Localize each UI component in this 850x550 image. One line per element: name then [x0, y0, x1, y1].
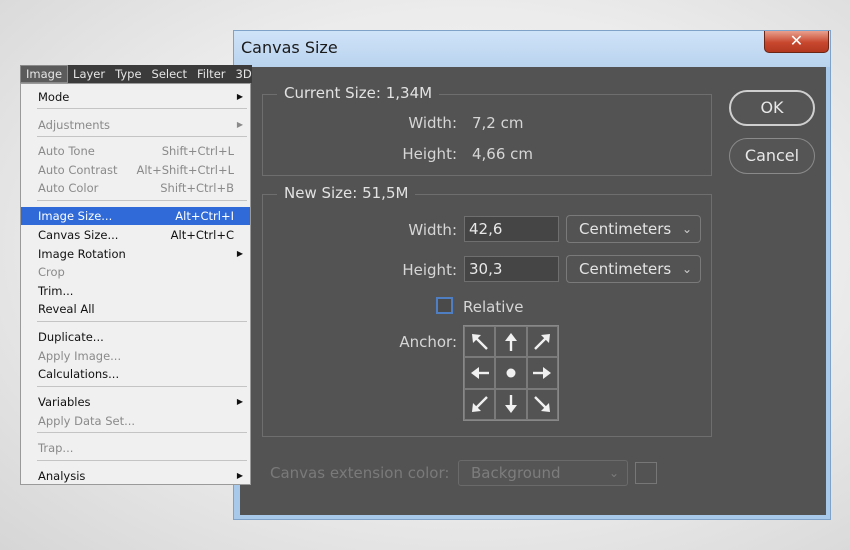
current-height-label: Height:	[402, 145, 457, 163]
menu-type[interactable]: Type	[110, 65, 146, 83]
arrow-up-left-icon	[471, 333, 488, 350]
anchor-left[interactable]	[464, 357, 496, 389]
chevron-down-icon: ⌄	[608, 466, 619, 480]
arrow-left-icon	[470, 366, 489, 379]
arrow-up-icon	[504, 332, 517, 351]
menu-item-trap[interactable]: Trap...	[21, 439, 250, 457]
extension-color-swatch[interactable]	[635, 462, 657, 484]
menu-3d[interactable]: 3D	[231, 65, 253, 83]
close-icon[interactable]: ✕	[764, 31, 829, 53]
menu-item-apply-data-set[interactable]: Apply Data Set...	[21, 412, 250, 430]
anchor-bottom-right[interactable]	[526, 388, 558, 420]
extension-color-label: Canvas extension color:	[270, 464, 450, 482]
anchor-center[interactable]	[495, 357, 527, 389]
menu-item-apply-image[interactable]: Apply Image...	[21, 347, 250, 365]
menu-item-trim[interactable]: Trim...	[21, 282, 250, 300]
arrow-down-icon	[504, 395, 517, 414]
new-size-label: New Size: 51,5M	[277, 184, 416, 202]
cancel-button[interactable]: Cancel	[729, 138, 815, 174]
arrow-down-right-icon	[534, 396, 551, 413]
anchor-bottom[interactable]	[495, 388, 527, 420]
image-menu: Mode ▶ Adjustments ▶ Auto Tone Shift+Ctr…	[20, 83, 251, 485]
current-width-value: 7,2 cm	[472, 114, 524, 132]
menu-item-variables[interactable]: Variables ▶	[21, 393, 250, 411]
ok-button[interactable]: OK	[729, 90, 815, 126]
menu-item-mode[interactable]: Mode ▶	[21, 88, 250, 106]
menu-filter[interactable]: Filter	[192, 65, 230, 83]
menu-separator	[37, 136, 247, 137]
arrow-right-icon	[533, 366, 552, 379]
arrow-up-right-icon	[534, 333, 551, 350]
app-menu-bar: Image Layer Type Select Filter 3D	[20, 65, 252, 83]
current-size-group: Current Size: 1,34M Width: 7,2 cm Height…	[262, 84, 712, 176]
menu-item-calculations[interactable]: Calculations...	[21, 365, 250, 383]
anchor-grid	[463, 325, 559, 421]
relative-checkbox[interactable]	[436, 297, 453, 314]
menu-image[interactable]: Image	[20, 65, 69, 83]
menu-item-analysis[interactable]: Analysis ▶	[21, 467, 250, 485]
menu-item-duplicate[interactable]: Duplicate...	[21, 328, 250, 346]
new-width-label: Width:	[408, 221, 457, 239]
new-height-label: Height:	[402, 261, 457, 279]
menu-separator	[37, 386, 247, 387]
center-dot-icon	[506, 368, 516, 378]
menu-separator	[37, 432, 247, 433]
menu-item-auto-tone[interactable]: Auto Tone Shift+Ctrl+L	[21, 142, 250, 160]
canvas-size-dialog: Canvas Size ✕ Current Size: 1,34M Width:…	[233, 30, 831, 520]
submenu-arrow-icon: ▶	[236, 120, 243, 129]
width-unit-select[interactable]: Centimeters ⌄	[566, 215, 701, 243]
extension-color-select[interactable]: Background ⌄	[458, 460, 628, 486]
width-unit-value: Centimeters	[579, 220, 672, 238]
menu-item-image-rotation[interactable]: Image Rotation ▶	[21, 245, 250, 263]
menu-layer[interactable]: Layer	[68, 65, 110, 83]
submenu-arrow-icon: ▶	[236, 397, 243, 406]
menu-item-auto-color[interactable]: Auto Color Shift+Ctrl+B	[21, 179, 250, 197]
chevron-down-icon: ⌄	[681, 262, 692, 276]
menu-separator	[37, 321, 247, 322]
menu-item-auto-contrast[interactable]: Auto Contrast Alt+Shift+Ctrl+L	[21, 161, 250, 179]
menu-item-image-size[interactable]: Image Size... Alt+Ctrl+I	[21, 207, 250, 225]
anchor-right[interactable]	[526, 357, 558, 389]
menu-item-canvas-size[interactable]: Canvas Size... Alt+Ctrl+C	[21, 226, 250, 244]
anchor-top[interactable]	[495, 326, 527, 358]
menu-separator	[37, 200, 247, 201]
height-unit-value: Centimeters	[579, 260, 672, 278]
anchor-label: Anchor:	[399, 333, 457, 351]
submenu-arrow-icon: ▶	[236, 92, 243, 101]
chevron-down-icon: ⌄	[681, 222, 692, 236]
dialog-title-bar[interactable]: Canvas Size ✕	[234, 31, 830, 67]
menu-select[interactable]: Select	[147, 65, 192, 83]
anchor-bottom-left[interactable]	[464, 388, 496, 420]
width-input[interactable]: 42,6	[464, 216, 559, 242]
menu-item-reveal-all[interactable]: Reveal All	[21, 300, 250, 318]
relative-label[interactable]: Relative	[463, 298, 524, 316]
current-size-label: Current Size: 1,34M	[277, 84, 440, 102]
menu-separator	[37, 108, 247, 109]
menu-separator	[37, 460, 247, 461]
submenu-arrow-icon: ▶	[236, 249, 243, 258]
arrow-down-left-icon	[471, 396, 488, 413]
menu-item-crop[interactable]: Crop	[21, 263, 250, 281]
height-input[interactable]: 30,3	[464, 256, 559, 282]
anchor-top-right[interactable]	[526, 326, 558, 358]
current-height-value: 4,66 cm	[472, 145, 534, 163]
extension-color-value: Background	[471, 464, 561, 482]
dialog-title: Canvas Size	[241, 38, 338, 57]
dialog-client-area: Current Size: 1,34M Width: 7,2 cm Height…	[240, 67, 826, 515]
anchor-top-left[interactable]	[464, 326, 496, 358]
submenu-arrow-icon: ▶	[236, 471, 243, 480]
height-unit-select[interactable]: Centimeters ⌄	[566, 255, 701, 283]
current-width-label: Width:	[408, 114, 457, 132]
menu-item-adjustments[interactable]: Adjustments ▶	[21, 116, 250, 134]
